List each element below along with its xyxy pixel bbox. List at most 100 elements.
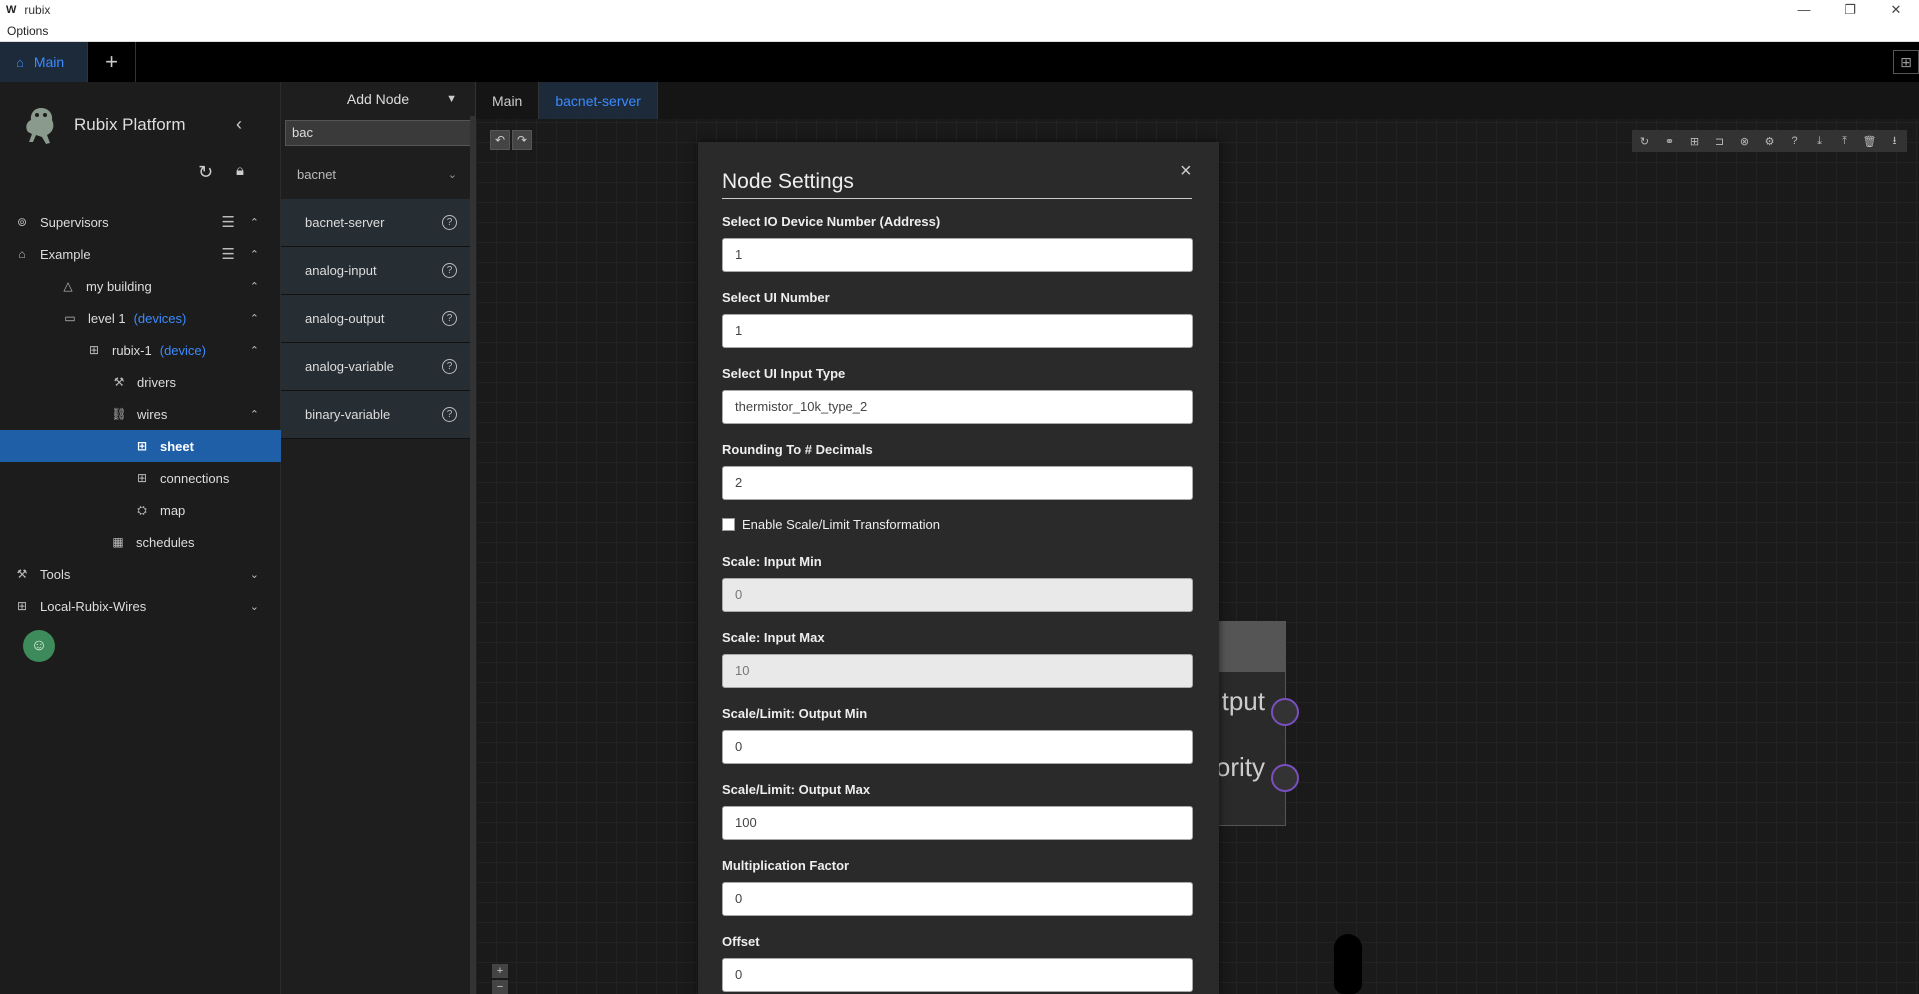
sidebar-item-map[interactable]: ⛭ map [0, 494, 281, 526]
scale-input-max-input[interactable]: 10 [722, 654, 1193, 688]
chevron-up-icon[interactable]: ⌃ [250, 312, 259, 325]
scale-limit-checkbox[interactable] [722, 518, 735, 531]
refresh-icon[interactable]: ↻ [1632, 130, 1657, 152]
restore-icon[interactable]: ❐ [1827, 0, 1873, 20]
node-item-bacnet-server[interactable]: bacnet-server ? [281, 199, 471, 247]
chevron-down-icon[interactable]: ⌄ [448, 168, 457, 181]
node-list: bacnet-server ? analog-input ? analog-ou… [281, 199, 471, 439]
undo-redo-group: ↶ ↷ [490, 130, 534, 150]
field-label-multiplication: Multiplication Factor [722, 858, 850, 873]
canvas-toolbar: ↻ ⚭ ⊞ ⊐ ⊗ ⚙ ? ⤓ ⤒ 🗑︎ ⭳ [1632, 130, 1907, 152]
save-icon[interactable]: ⭳ [1882, 130, 1907, 152]
chevron-down-icon[interactable]: ⌄ [250, 600, 259, 613]
priority-port[interactable] [1271, 764, 1299, 792]
brand-name: Rubix Platform [74, 115, 186, 134]
chevron-up-icon[interactable]: ⌃ [250, 344, 259, 357]
field-label-rounding: Rounding To # Decimals [722, 442, 873, 457]
sidebar-item-local-rubix-wires[interactable]: ⊞ Local-Rubix-Wires ⌄ [0, 590, 281, 622]
help-icon[interactable]: ? [442, 263, 457, 278]
help-icon[interactable]: ? [442, 359, 457, 374]
user-avatar-icon[interactable]: ☺ [23, 630, 55, 662]
sidebar-item-my-building[interactable]: △ my building ⌃ [0, 270, 281, 302]
scale-limit-checkbox-row[interactable]: Enable Scale/Limit Transformation [722, 517, 940, 532]
offset-input[interactable]: 0 [722, 958, 1193, 992]
minimize-icon[interactable]: — [1781, 0, 1827, 20]
cancel-icon[interactable]: ⊗ [1732, 130, 1757, 152]
help-icon[interactable]: ? [442, 407, 457, 422]
help-icon[interactable]: ? [442, 215, 457, 230]
menu-options[interactable]: Options [0, 20, 55, 42]
schedules-icon: ▦ [112, 535, 124, 549]
canvas-tab-bacnet-server[interactable]: bacnet-server [539, 82, 658, 119]
io-device-number-input[interactable]: 1 [722, 238, 1193, 272]
sidebar-item-wires[interactable]: ⛓ wires ⌃ [0, 398, 281, 430]
output-max-input[interactable]: 100 [722, 806, 1193, 840]
sidebar-item-rubix-1[interactable]: ⊞ rubix-1 (device) ⌃ [0, 334, 281, 366]
caret-down-icon[interactable]: ▼ [446, 93, 457, 105]
delete-icon[interactable]: 🗑︎ [1857, 130, 1882, 152]
rounding-decimals-input[interactable]: 2 [722, 466, 1193, 500]
wrench-icon: ⚒ [113, 375, 125, 389]
node-item-analog-input[interactable]: analog-input ? [281, 247, 471, 295]
download-icon[interactable]: ⤓ [1807, 130, 1832, 152]
node-item-binary-variable[interactable]: binary-variable ? [281, 391, 471, 439]
sidebar-item-example[interactable]: ⌂ Example ☰ ⌃ [0, 238, 281, 270]
dialog-title-divider [722, 198, 1192, 199]
nodes-icon[interactable]: ⊞ [1682, 130, 1707, 152]
tab-main[interactable]: ⌂ Main [0, 42, 88, 82]
export-node-icon[interactable]: ⊐ [1707, 130, 1732, 152]
sidebar-item-level-1[interactable]: ▭ level 1 (devices) ⌃ [0, 302, 281, 334]
node-item-analog-variable[interactable]: analog-variable ? [281, 343, 471, 391]
ui-input-type-select[interactable]: thermistor_10k_type_2 [722, 390, 1193, 424]
sidebar-item-supervisors[interactable]: ⊚ Supervisors ☰ ⌃ [0, 206, 281, 238]
add-tab-button[interactable]: + [88, 42, 136, 82]
chevron-up-icon[interactable]: ⌃ [250, 408, 259, 421]
link-icon[interactable]: ⚭ [1657, 130, 1682, 152]
sidebar-item-schedules[interactable]: ▦ schedules [0, 526, 281, 558]
sidebar-item-drivers[interactable]: ⚒ drivers [0, 366, 281, 398]
settings-icon[interactable]: ⚙ [1757, 130, 1782, 152]
lock-icon[interactable]: 🔒︎ [236, 162, 244, 179]
redo-icon[interactable]: ↷ [512, 130, 532, 150]
menu-icon[interactable]: ☰ [222, 213, 235, 231]
sidebar-item-tools[interactable]: ⚒ Tools ⌄ [0, 558, 281, 590]
help-icon[interactable]: ? [442, 311, 457, 326]
node-item-analog-output[interactable]: analog-output ? [281, 295, 471, 343]
ui-number-input[interactable]: 1 [722, 314, 1193, 348]
refresh-icon[interactable]: ↻ [198, 162, 213, 183]
chevron-down-icon[interactable]: ⌄ [250, 568, 259, 581]
sidebar-item-label: Example [40, 246, 91, 262]
multiplication-factor-input[interactable]: 0 [722, 882, 1193, 916]
menu-icon[interactable]: ☰ [222, 245, 235, 263]
chevron-up-icon[interactable]: ⌃ [250, 280, 259, 293]
sidebar-item-connections[interactable]: ⊞ connections [0, 462, 281, 494]
node-search-input[interactable]: bac [285, 120, 474, 146]
sidebar-item-label: Supervisors [40, 214, 109, 230]
output-min-input[interactable]: 0 [722, 730, 1193, 764]
canvas-tab-main[interactable]: Main [476, 82, 540, 119]
canvas-shape [1334, 934, 1362, 994]
sidebar-item-sheet[interactable]: ⊞ sheet [0, 430, 281, 462]
sidebar-item-sublabel: (devices) [133, 310, 187, 326]
device-icon: ⊞ [88, 343, 100, 357]
upload-icon[interactable]: ⤒ [1832, 130, 1857, 152]
node-item-label: analog-variable [305, 359, 394, 374]
chevron-up-icon[interactable]: ⌃ [250, 216, 259, 229]
field-label-io-device: Select IO Device Number (Address) [722, 214, 941, 229]
close-icon[interactable]: × [1180, 160, 1192, 183]
layout-icon[interactable]: ⊞ [1893, 50, 1919, 74]
help-icon[interactable]: ? [1782, 130, 1807, 152]
node-panel-scrollbar[interactable] [470, 116, 475, 994]
chevron-up-icon[interactable]: ⌃ [250, 248, 259, 261]
laptop-icon: ▭ [64, 311, 76, 325]
scale-input-min-input[interactable]: 0 [722, 578, 1193, 612]
close-window-icon[interactable]: ✕ [1873, 0, 1919, 20]
node-group-bacnet[interactable]: bacnet ⌄ [281, 154, 471, 194]
zoom-out-icon[interactable]: − [492, 980, 508, 994]
output-port[interactable] [1271, 698, 1299, 726]
collapse-sidebar-icon[interactable]: ‹ [236, 114, 242, 135]
zoom-in-icon[interactable]: + [492, 964, 508, 978]
field-label-input-min: Scale: Input Min [722, 554, 822, 569]
add-node-header[interactable]: Add Node ▼ [281, 82, 475, 116]
undo-icon[interactable]: ↶ [490, 130, 510, 150]
